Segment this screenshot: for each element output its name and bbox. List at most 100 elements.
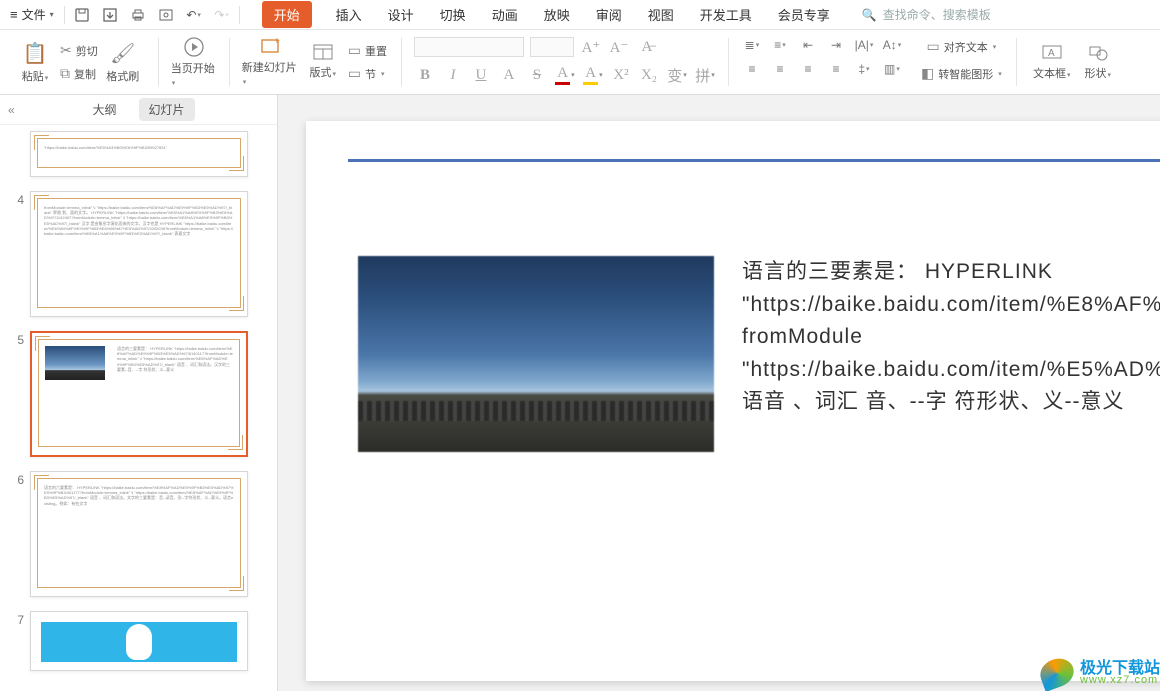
font-effect-button[interactable]: A	[498, 64, 520, 86]
copy-button[interactable]: ⧉复制	[58, 63, 100, 84]
tab-design[interactable]: 设计	[386, 1, 416, 28]
separator	[158, 38, 159, 86]
tab-insert[interactable]: 插入	[334, 1, 364, 28]
search-placeholder: 查找命令、搜索模板	[883, 6, 991, 23]
font-size-select[interactable]	[530, 37, 574, 57]
tab-start[interactable]: 开始	[262, 1, 312, 28]
char-spacing-button[interactable]: |A|▾	[853, 36, 875, 54]
textbox-icon: A	[1041, 43, 1063, 63]
section-label: 节	[365, 66, 376, 82]
slide-thumbnail-5[interactable]: 语言的三要素是： HYPERLINK "https://baike.baidu.…	[30, 331, 248, 457]
superscript-button[interactable]: X²	[610, 64, 632, 86]
clear-format-icon[interactable]: A̶	[636, 36, 658, 58]
numbering-button[interactable]: ≡▾	[769, 36, 791, 54]
tab-review[interactable]: 审阅	[594, 1, 624, 28]
file-menu-label: 文件	[22, 6, 46, 23]
bold-button[interactable]: B	[414, 64, 436, 86]
tab-member[interactable]: 会员专享	[776, 1, 832, 28]
strike-button[interactable]: S	[526, 64, 548, 86]
section-button[interactable]: ▭节▾	[346, 63, 389, 84]
title-bar: ≡ 文件 ▾ ↶▾ ↷▾ 开始 插入 设计 切换 动画 放映 审阅 视图 开发工…	[0, 0, 1160, 30]
reset-icon: ▭	[348, 42, 361, 59]
tab-devtools[interactable]: 开发工具	[698, 1, 754, 28]
italic-button[interactable]: I	[442, 64, 464, 86]
copy-icon: ⧉	[60, 65, 70, 82]
format-painter-button[interactable]: 🖌 格式刷	[100, 41, 146, 84]
highlight-button[interactable]: A▾	[582, 64, 604, 86]
save-icon[interactable]	[69, 2, 95, 28]
search-icon: 🔍	[862, 8, 877, 22]
thumb-graphic	[126, 624, 152, 660]
tab-animation[interactable]: 动画	[490, 1, 520, 28]
text-direction-button[interactable]: A↕▾	[881, 36, 903, 54]
play-icon	[183, 36, 205, 58]
font-row: A⁺ A⁻ A̶	[414, 36, 658, 58]
textbox-button[interactable]: A 文本框▾	[1029, 43, 1075, 81]
tab-transition[interactable]: 切换	[438, 1, 468, 28]
separator	[239, 6, 240, 24]
hamburger-icon: ≡	[10, 7, 18, 22]
tab-view[interactable]: 视图	[646, 1, 676, 28]
font-color-button[interactable]: A▾	[554, 64, 576, 86]
from-current-button[interactable]: 当页开始▾	[171, 36, 217, 88]
slide-thumbnail-3[interactable]: "https://baike.baidu.com/item/%E5%A3%B0%…	[30, 131, 248, 177]
cut-label: 剪切	[76, 43, 98, 59]
textbox-label: 文本框	[1033, 68, 1066, 80]
print-icon[interactable]	[125, 2, 151, 28]
slides-tab[interactable]: 幻灯片	[139, 98, 195, 121]
current-slide[interactable]: 语言的三要素是： HYPERLINK "https://baike.baidu.…	[306, 121, 1160, 681]
file-menu[interactable]: ≡ 文件 ▾	[4, 4, 60, 25]
outline-tab[interactable]: 大纲	[82, 98, 126, 121]
thumb-number: 6	[0, 471, 24, 487]
cut-button[interactable]: ✂剪切	[58, 40, 100, 61]
svg-text:+: +	[274, 37, 280, 47]
new-slide-icon: +	[260, 37, 282, 57]
editor-canvas[interactable]: 语言的三要素是： HYPERLINK "https://baike.baidu.…	[278, 95, 1160, 691]
line-spacing-button[interactable]: ‡▾	[853, 60, 875, 78]
workspace: « 大纲 幻灯片 "https://baike.baidu.com/item/%…	[0, 95, 1160, 691]
layout-button[interactable]: 版式▾	[300, 44, 346, 80]
export-icon[interactable]	[97, 2, 123, 28]
thumb-text: 语言的三要素是： HYPERLINK "https://baike.baidu.…	[111, 340, 239, 378]
smartart-button[interactable]: ◧转智能图形▾	[919, 63, 1004, 84]
subscript-button[interactable]: X₂	[638, 64, 660, 86]
align-text-icon: ▭	[926, 38, 939, 55]
slide-thumbnail-4[interactable]: fromModule=lemma_inlink" \l "https://bai…	[30, 191, 248, 317]
align-text-button[interactable]: ▭对齐文本▾	[924, 36, 998, 57]
increase-font-icon[interactable]: A⁺	[580, 36, 602, 58]
new-slide-button[interactable]: + 新建幻灯片▾	[242, 37, 300, 87]
slide-text[interactable]: 语言的三要素是： HYPERLINK "https://baike.baidu.…	[742, 256, 1160, 452]
align-center-button[interactable]: ≡	[769, 60, 791, 78]
indent-inc-button[interactable]: ⇥	[825, 36, 847, 54]
svg-text:A: A	[1048, 48, 1055, 59]
reset-label: 重置	[365, 43, 387, 59]
underline-button[interactable]: U	[470, 64, 492, 86]
search-box[interactable]: 🔍 查找命令、搜索模板	[862, 6, 991, 23]
columns-button[interactable]: ▥▾	[881, 60, 903, 78]
font-family-select[interactable]	[414, 37, 524, 57]
caret-down-icon: ▾	[50, 10, 54, 19]
phonetic-button[interactable]: 拼▾	[694, 64, 716, 86]
shape-button[interactable]: 形状▾	[1075, 43, 1121, 81]
align-justify-button[interactable]: ≡	[825, 60, 847, 78]
bullets-button[interactable]: ≣▾	[741, 36, 763, 54]
paste-button[interactable]: 📋 粘贴▾	[12, 41, 58, 84]
format-painter-label: 格式刷	[106, 68, 139, 84]
decrease-font-icon[interactable]: A⁻	[608, 36, 630, 58]
thumb-text: 语言的六要素是： HYPERLINK "https://baike.baidu.…	[38, 479, 240, 512]
preview-icon[interactable]	[153, 2, 179, 28]
thumbnail-list[interactable]: "https://baike.baidu.com/item/%E5%A3%B0%…	[0, 125, 277, 691]
paste-label: 粘贴	[22, 71, 44, 83]
tab-slideshow[interactable]: 放映	[542, 1, 572, 28]
slide-image[interactable]	[358, 256, 714, 452]
align-left-button[interactable]: ≡	[741, 60, 763, 78]
align-right-button[interactable]: ≡	[797, 60, 819, 78]
undo-icon[interactable]: ↶▾	[181, 2, 207, 28]
slide-thumbnail-7[interactable]	[30, 611, 248, 671]
collapse-panel-icon[interactable]: «	[8, 103, 15, 117]
change-case-button[interactable]: 变▾	[666, 64, 688, 86]
redo-icon[interactable]: ↷▾	[209, 2, 235, 28]
reset-button[interactable]: ▭重置	[346, 40, 389, 61]
indent-dec-button[interactable]: ⇤	[797, 36, 819, 54]
slide-thumbnail-6[interactable]: 语言的六要素是： HYPERLINK "https://baike.baidu.…	[30, 471, 248, 597]
